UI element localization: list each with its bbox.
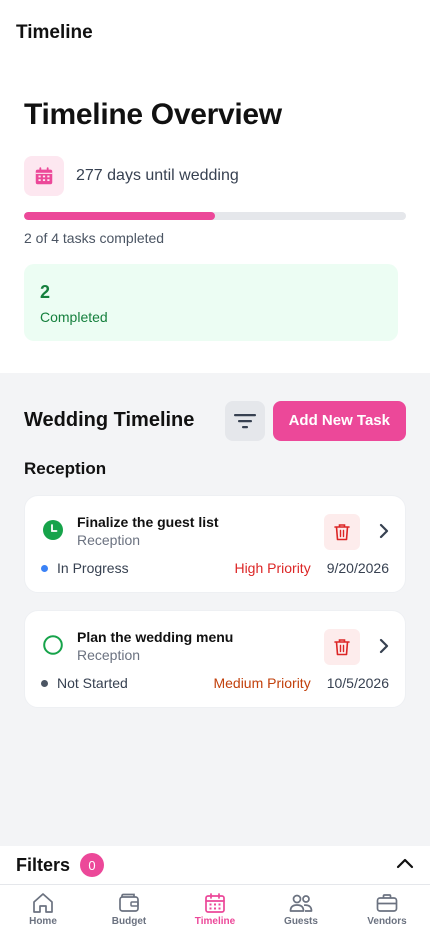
bottom-navigation: Home Budget Timeline Guests Vendors [0,884,430,932]
nav-item-vendors[interactable]: Vendors [344,885,430,932]
not-started-circle-icon[interactable] [43,635,63,660]
task-category: Reception [77,647,141,663]
overview-title: Timeline Overview [24,98,282,131]
add-new-task-button[interactable]: Add New Task [272,400,406,441]
status-dot [41,679,48,687]
task-status: Not Started [57,675,128,691]
nav-label: Home [29,916,57,927]
wallet-icon [119,893,139,912]
trash-icon [334,639,350,656]
nav-item-budget[interactable]: Budget [86,885,172,932]
completed-label: Completed [40,309,108,325]
nav-item-home[interactable]: Home [0,885,86,932]
filters-count-badge: 0 [80,853,105,877]
chevron-right-icon[interactable] [379,638,389,659]
nav-item-timeline[interactable]: Timeline [172,885,258,932]
nav-label: Timeline [194,916,236,927]
chevron-up-icon[interactable] [396,856,414,874]
timeline-title: Wedding Timeline [24,409,195,431]
task-progress-fill [24,212,215,220]
timeline-overview: Timeline Overview 277 days until wedding… [0,66,430,373]
chevron-right-icon[interactable] [379,523,389,544]
task-category: Reception [77,532,141,548]
nav-label: Budget [111,916,147,927]
wedding-timeline-section: Wedding Timeline Add New Task Reception … [0,373,430,883]
task-meta: Not Started Medium Priority 10/5/2026 [41,675,389,691]
trash-icon [334,524,350,541]
task-card[interactable]: Plan the wedding menu Reception Not Star… [24,610,406,708]
home-icon [33,893,53,913]
nav-label: Vendors [367,916,407,927]
task-name: Plan the wedding menu [77,629,234,645]
in-progress-clock-icon[interactable] [43,520,63,545]
task-priority: High Priority [234,560,311,576]
page-title: Timeline [16,22,93,43]
task-priority: Medium Priority [213,675,311,691]
briefcase-icon [376,894,398,912]
task-name: Finalize the guest list [77,514,219,530]
calendar-icon [24,156,64,196]
delete-task-button[interactable] [324,514,360,550]
task-due-date: 9/20/2026 [326,560,389,576]
task-meta: In Progress High Priority 9/20/2026 [41,560,389,576]
completed-count: 2 [40,282,51,302]
task-due-date: 10/5/2026 [326,675,389,691]
tasks-completed-text: 2 of 4 tasks completed [24,230,165,246]
delete-task-button[interactable] [324,629,360,665]
task-progress-bar [24,212,406,220]
task-status: In Progress [57,560,129,576]
timeline-header: Wedding Timeline Add New Task [0,373,430,443]
nav-label: Guests [284,916,318,927]
users-icon [289,894,313,912]
filter-icon [233,413,256,428]
filter-button[interactable] [224,400,265,441]
completed-stat-card: 2 Completed [24,264,398,341]
calendar-icon [205,893,225,913]
filters-title: Filters [16,854,71,875]
section-title-reception: Reception [24,459,107,478]
countdown-row: 277 days until wedding [24,156,406,196]
task-card[interactable]: Finalize the guest list Reception In Pro… [24,495,406,593]
top-bar: Timeline [0,0,430,66]
nav-item-guests[interactable]: Guests [258,885,344,932]
filters-bar[interactable]: Filters 0 [0,846,430,884]
days-until-wedding: 277 days until wedding [76,167,239,184]
status-dot [41,564,48,572]
